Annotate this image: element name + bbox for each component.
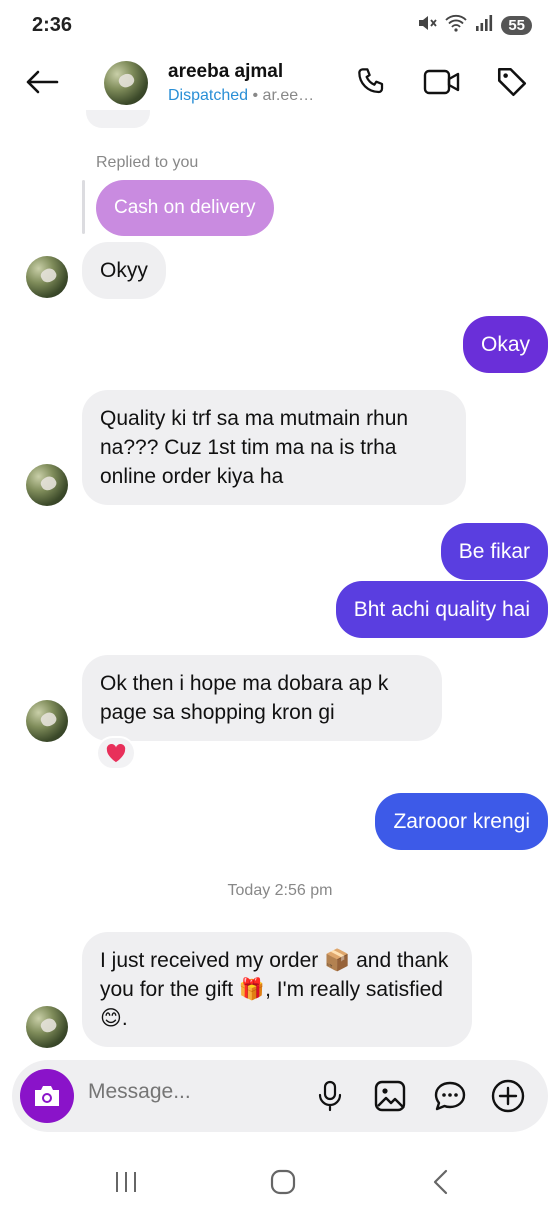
replied-message[interactable]: Cash on delivery [96, 180, 274, 236]
home-icon [270, 1169, 296, 1195]
video-call-button[interactable] [422, 62, 462, 102]
voice-button[interactable] [310, 1076, 350, 1116]
recent-apps-icon [116, 1172, 136, 1192]
camera-button[interactable] [20, 1069, 74, 1123]
recent-apps-button[interactable] [106, 1162, 146, 1202]
more-button[interactable] [488, 1076, 528, 1116]
signal-icon [475, 14, 493, 37]
smile-emoji: 😊 [100, 1007, 122, 1030]
incoming-message[interactable]: Okyy [82, 242, 166, 299]
message-input[interactable] [88, 1080, 298, 1104]
battery-indicator: 55 [501, 16, 532, 35]
package-emoji: 📦 [324, 949, 351, 972]
reply-label: Replied to you [96, 154, 199, 171]
status-icons: 55 [417, 14, 532, 37]
subtitle-separator: • [248, 87, 263, 104]
message-list[interactable]: Replied to you Cash on delivery Okyy Oka… [0, 110, 560, 1060]
outgoing-message[interactable]: Okay [462, 316, 548, 373]
gallery-button[interactable] [370, 1076, 410, 1116]
heart-reaction[interactable] [96, 736, 136, 770]
system-back-button[interactable] [420, 1162, 460, 1202]
sender-avatar[interactable] [26, 1006, 68, 1048]
home-button[interactable] [263, 1162, 303, 1202]
contact-handle: ar.ee… [262, 87, 315, 104]
sticker-button[interactable] [430, 1076, 470, 1116]
timestamp: Today 2:56 pm [227, 882, 333, 899]
order-status: Dispatched [168, 87, 249, 104]
gallery-icon [374, 1080, 406, 1112]
contact-name[interactable]: areeba ajmal [168, 61, 283, 83]
sender-avatar[interactable] [26, 700, 68, 742]
tag-icon [497, 67, 527, 97]
wifi-icon [445, 14, 467, 37]
contact-avatar[interactable] [104, 61, 148, 105]
camera-icon [35, 1086, 59, 1106]
chat-header: areeba ajmal Dispatched • ar.ee… [0, 52, 560, 114]
incoming-message[interactable]: Quality ki trf sa ma mutmain rhun na??? … [82, 390, 466, 505]
plus-icon [491, 1079, 525, 1113]
sender-avatar[interactable] [26, 464, 68, 506]
outgoing-message[interactable]: Be fikar [440, 523, 548, 580]
sender-avatar[interactable] [26, 256, 68, 298]
gift-emoji: 🎁 [238, 978, 266, 1001]
nav-back-icon [433, 1169, 448, 1195]
outgoing-message[interactable]: Zarooor krengi [375, 793, 548, 850]
tag-button[interactable] [492, 62, 532, 102]
back-button[interactable] [22, 64, 62, 100]
contact-subtitle: Dispatched • ar.ee… [168, 87, 314, 105]
previous-message-partial [86, 110, 150, 128]
status-time: 2:36 [32, 14, 73, 36]
microphone-icon [318, 1080, 342, 1112]
incoming-message[interactable]: Ok then i hope ma dobara ap k page sa sh… [82, 655, 442, 741]
message-composer [12, 1060, 548, 1132]
incoming-message[interactable]: I just received my order 📦 and thank you… [82, 932, 472, 1047]
heart-icon [106, 743, 126, 763]
mute-icon [417, 14, 438, 37]
sticker-icon [434, 1081, 466, 1111]
phone-icon [358, 68, 384, 94]
video-icon [423, 69, 460, 95]
status-bar: 2:36 55 [0, 0, 560, 52]
back-arrow-icon [26, 70, 59, 94]
reply-indicator [82, 180, 85, 234]
outgoing-message[interactable]: Bht achi quality hai [335, 581, 548, 638]
system-nav-bar [0, 1150, 560, 1214]
call-button[interactable] [352, 62, 392, 102]
